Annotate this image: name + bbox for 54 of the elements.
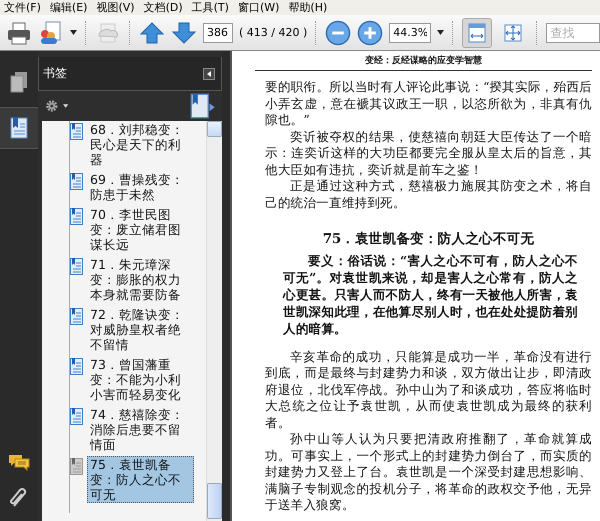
collapse-button[interactable] xyxy=(203,68,215,80)
bookmark-icon xyxy=(70,173,83,190)
bookmark-item[interactable]: 68．刘邦稳变：民心是天下的利器 xyxy=(87,121,194,168)
search-field[interactable]: 查找 xyxy=(546,22,600,42)
page-count: ( 413 / 420 ) xyxy=(239,26,308,39)
bookmark-icon xyxy=(10,116,28,140)
fit-page-icon xyxy=(502,22,524,44)
bookmark-icon xyxy=(70,123,83,140)
zoom-out-icon[interactable] xyxy=(325,20,352,46)
bookmark-icon xyxy=(70,308,83,325)
bookmarks-tab[interactable] xyxy=(0,107,38,149)
zoom-in-icon[interactable] xyxy=(357,20,384,46)
menu-item[interactable]: 窗口(W) xyxy=(236,0,286,15)
paragraph: 辛亥革命的成功，只能算是成功一半，革命没有进行到底，而是最终与封建势力和谈，双方做出让步，即清政府退位，北伐军停战。孙中山为了和谈成功，答应将临时大总统之位让予袁世凯，从而使袁世凯成为最终的获利者。 xyxy=(265,348,592,431)
paragraph: 正是通过这种方式，慈禧极力施展其防变之术，将自己的统治一直维持到死。 xyxy=(265,178,592,211)
scrollbar-thumb[interactable] xyxy=(207,483,222,519)
bookmark-icon xyxy=(70,358,83,375)
section-heading: 75．袁世凯备变：防人之心不可无 xyxy=(322,231,536,248)
bookmark-item[interactable]: 71．朱元璋深变：膨胀的权力本身就需要防备 xyxy=(87,256,194,303)
paragraph: 要的职衔。所以当时有人评论此事说：“揆其实际，殆西后小弄玄虚，意在褫其议政王一职，以恣所欲为，非真有仇隙也。” xyxy=(265,79,592,128)
zoom-field[interactable]: 44.3% xyxy=(389,22,432,42)
triangle-icon xyxy=(206,70,212,76)
menu-item[interactable]: 编辑(E) xyxy=(48,0,94,15)
bookmark-icon xyxy=(70,258,83,275)
bookmark-icon xyxy=(70,208,83,225)
bookmark-item[interactable]: 73．曾国藩重变：不能为小利小害而轻易变化 xyxy=(87,356,194,403)
fit-width-button[interactable] xyxy=(462,18,492,48)
up-arrow-icon[interactable] xyxy=(139,20,165,46)
bookmark-item[interactable]: 74．慈禧除变：消除后患要不留情面 xyxy=(87,406,194,453)
bookmark-item[interactable]: 72．乾隆诀变：对威胁皇权者绝不留情 xyxy=(87,306,194,353)
bookmark-item[interactable]: 69．曹操残变：防患于未然 xyxy=(87,171,194,203)
pages-icon xyxy=(10,71,28,93)
bookmark-expand-icon[interactable] xyxy=(190,93,216,119)
summary-paragraph: 要义：俗话说：“害人之心不可有，防人之心不可无”。对袁世凯来说，却是害人之心常有，防人之心更甚。只害人而不防人，终有一天被他人所害，袁世凯深知此理，在他算尽别人时，也在处处提防着别人的暗算。 xyxy=(282,252,579,336)
paragraph: 奕䜣被夺权的结果，使慈禧向朝廷大臣传达了一个暗示：连奕䜣这样的大功臣都要完全服从皇太后的旨意，其他大臣如有违抗，奕䜣就是前车之鉴！ xyxy=(265,128,592,178)
fit-width-icon xyxy=(466,22,488,44)
page-number-field[interactable]: 386 xyxy=(203,22,233,42)
print-icon[interactable] xyxy=(6,20,32,46)
bookmark-icon xyxy=(70,458,83,475)
caret-icon[interactable] xyxy=(70,30,77,35)
paragraph: 孙中山等人认为只要把清政府推翻了，革命就算成功。可事实上，一个形式上的封建势力倒台了，而实质的封建势力又登上了台。袁世凯是一个深受封建思想影响、满脑子专制观念的投机分子，将革命的政权交予他，无异于送羊入狼窝。 xyxy=(265,431,592,514)
speech-bubbles-icon[interactable] xyxy=(8,453,30,473)
bookmark-item[interactable]: 75．袁世凯备变：防人之心不可无 xyxy=(87,456,194,503)
running-header: 变经：反经谋略的应变学智慧 xyxy=(255,54,592,71)
menu-item[interactable]: 文档(D) xyxy=(142,0,190,15)
menu-item[interactable]: 文件(F) xyxy=(2,0,48,15)
caret-icon[interactable] xyxy=(437,30,444,35)
down-arrow-icon[interactable] xyxy=(171,20,197,46)
menu-item[interactable]: 工具(T) xyxy=(190,0,236,15)
bookmark-item[interactable]: 70．李世民图变：废立储君图谋长远 xyxy=(87,206,194,253)
menu-item[interactable]: 帮助(H) xyxy=(286,0,334,15)
panel-title: 书签 xyxy=(43,65,67,82)
menu-item[interactable]: 视图(V) xyxy=(94,0,142,15)
bookmark-icon xyxy=(70,408,83,425)
